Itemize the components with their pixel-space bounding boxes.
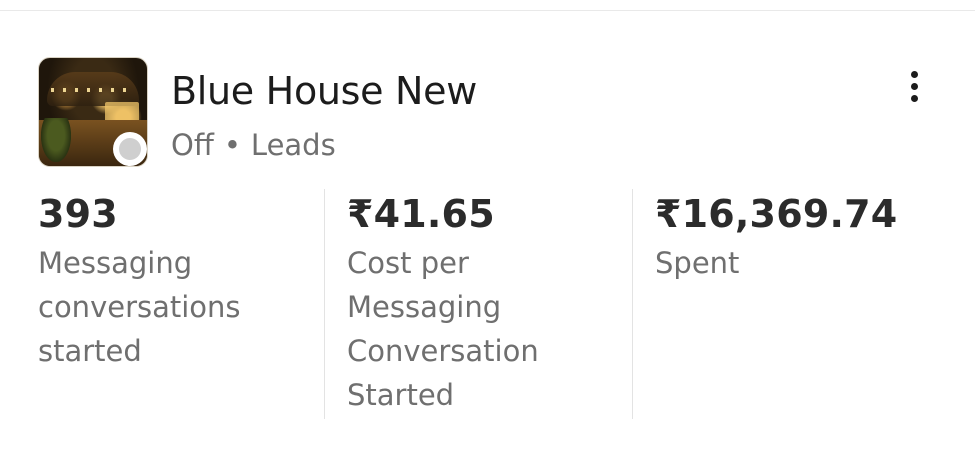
thumbnail-lights [51, 88, 135, 92]
subtitle-separator: • [223, 128, 241, 162]
metric-label-line: Spent [655, 246, 740, 280]
campaign-thumbnail-wrap[interactable] [38, 57, 148, 167]
metric-label-line: conversations [38, 290, 241, 324]
metric-divider [324, 189, 325, 419]
more-vertical-icon-dot-3 [911, 95, 918, 102]
thumbnail-window [105, 102, 139, 122]
metric-cost-label: Cost per Messaging Conversation Started [347, 241, 539, 417]
metric-spent-value: ₹16,369.74 [655, 192, 898, 236]
campaign-objective: Leads [250, 128, 336, 162]
thumbnail-tree [41, 118, 71, 162]
metric-cost-value: ₹41.65 [347, 192, 495, 236]
metric-amount-spent[interactable]: ₹16,369.74 Spent [655, 189, 897, 285]
metric-results[interactable]: 393 Messaging conversations started [38, 189, 241, 373]
campaign-subtitle: Off • Leads [171, 128, 336, 162]
more-options-button[interactable] [895, 63, 935, 107]
metric-results-value: 393 [38, 192, 118, 236]
metric-results-label: Messaging conversations started [38, 241, 241, 373]
metric-label-line: started [38, 334, 142, 368]
metric-label-line: Cost per [347, 246, 469, 280]
metric-divider [632, 189, 633, 419]
campaign-status: Off [171, 128, 214, 162]
metric-label-line: Messaging [38, 246, 193, 280]
metric-label-line: Messaging [347, 290, 502, 324]
status-off-dot-icon [113, 132, 147, 166]
campaign-name[interactable]: Blue House New [171, 69, 477, 113]
campaign-card[interactable]: Blue House New Off • Leads 393 Messaging c… [0, 11, 975, 458]
more-vertical-icon-dot-1 [911, 71, 918, 78]
metric-spent-label: Spent [655, 241, 897, 285]
metric-label-line: Started [347, 378, 455, 412]
metric-label-line: Conversation [347, 334, 539, 368]
metric-cost-per-result[interactable]: ₹41.65 Cost per Messaging Conversation S… [347, 189, 539, 417]
more-vertical-icon-dot-2 [911, 83, 918, 90]
